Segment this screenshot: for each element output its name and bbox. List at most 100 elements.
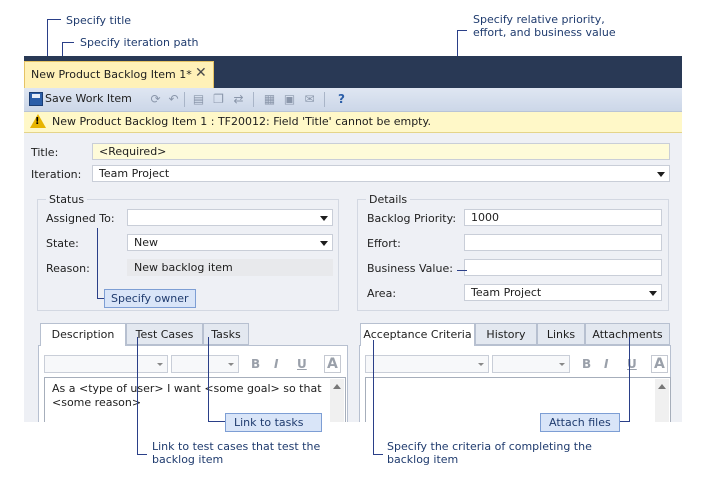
area-value: Team Project bbox=[471, 286, 542, 299]
callout-attach-files: Attach files bbox=[540, 413, 620, 432]
tab-history[interactable]: History bbox=[475, 323, 537, 345]
business-value-field[interactable] bbox=[464, 259, 662, 276]
state-label: State: bbox=[46, 237, 79, 250]
save-work-item-button[interactable]: Save Work Item bbox=[45, 92, 132, 105]
leader-line bbox=[62, 42, 74, 43]
callout-specify-title: Specify title bbox=[66, 14, 132, 27]
refresh-icon[interactable]: ⟳ bbox=[148, 92, 163, 106]
bold-button[interactable]: B bbox=[251, 357, 260, 371]
tab-links[interactable]: Links bbox=[537, 323, 585, 345]
backlog-priority-label: Backlog Priority: bbox=[367, 212, 457, 225]
chevron-down-icon[interactable] bbox=[320, 241, 328, 246]
font-family-combo[interactable] bbox=[365, 355, 489, 373]
effort-field[interactable] bbox=[464, 234, 662, 251]
tab-acceptance-criteria[interactable]: Acceptance Criteria bbox=[360, 323, 475, 346]
callout-link-test-cases: Link to test cases that test the backlog… bbox=[152, 440, 321, 466]
chevron-down-icon[interactable] bbox=[649, 291, 657, 296]
tab-tasks[interactable]: Tasks bbox=[203, 323, 249, 345]
callout-specify-owner: Specify owner bbox=[104, 289, 196, 308]
toolbar-separator bbox=[253, 92, 254, 107]
italic-button[interactable]: I bbox=[274, 357, 278, 371]
warning-text: New Product Backlog Item 1 : TF20012: Fi… bbox=[52, 115, 431, 128]
tab-attachments-label: Attachments bbox=[592, 328, 663, 341]
leader-line bbox=[137, 454, 147, 455]
tab-test-cases-label: Test Cases bbox=[135, 328, 194, 341]
help-icon[interactable]: ? bbox=[334, 92, 349, 106]
backlog-priority-field[interactable]: 1000 bbox=[464, 209, 662, 226]
chevron-down-icon[interactable] bbox=[559, 363, 565, 366]
area-label: Area: bbox=[367, 287, 397, 300]
document-tab-label: New Product Backlog Item 1* bbox=[31, 68, 192, 81]
leader-line bbox=[208, 337, 209, 422]
underline-button[interactable]: U bbox=[297, 357, 307, 371]
document-tab[interactable]: New Product Backlog Item 1* ✕ bbox=[24, 61, 214, 88]
toolbar-separator bbox=[324, 92, 325, 107]
leader-line bbox=[97, 228, 98, 299]
scrollbar[interactable] bbox=[655, 379, 669, 422]
excel-icon[interactable]: ▦ bbox=[262, 92, 277, 106]
title-value: <Required> bbox=[99, 145, 167, 158]
chevron-down-icon[interactable] bbox=[657, 172, 665, 177]
leader-line bbox=[373, 454, 383, 455]
leader-line bbox=[457, 270, 467, 271]
leader-line bbox=[457, 30, 467, 31]
chevron-down-icon[interactable] bbox=[320, 216, 328, 221]
font-color-button[interactable]: A bbox=[651, 355, 668, 373]
iteration-label: Iteration: bbox=[31, 168, 82, 181]
email-icon[interactable]: ✉ bbox=[302, 92, 317, 106]
title-field[interactable]: <Required> bbox=[92, 143, 670, 160]
description-text: As a <type of user> I want <some goal> s… bbox=[52, 382, 322, 409]
leader-line bbox=[137, 337, 138, 454]
tab-description-label: Description bbox=[51, 328, 115, 341]
chevron-down-icon[interactable] bbox=[228, 363, 234, 366]
warning-icon-mark: ! bbox=[35, 116, 40, 127]
new-linked-item-icon[interactable]: ▤ bbox=[191, 92, 206, 106]
font-size-combo[interactable] bbox=[171, 355, 239, 373]
reason-value: New backlog item bbox=[134, 261, 233, 274]
backlog-priority-value: 1000 bbox=[471, 211, 499, 224]
font-color-button[interactable]: A bbox=[324, 355, 341, 373]
iteration-value: Team Project bbox=[99, 167, 170, 180]
area-dropdown[interactable]: Team Project bbox=[464, 284, 662, 301]
warning-bar: ! New Product Backlog Item 1 : TF20012: … bbox=[24, 112, 682, 133]
undo-icon[interactable]: ↶ bbox=[166, 92, 181, 106]
reason-field: New backlog item bbox=[127, 259, 333, 276]
leader-line bbox=[620, 421, 630, 422]
tab-description[interactable]: Description bbox=[40, 323, 126, 346]
reason-label: Reason: bbox=[46, 262, 90, 275]
state-dropdown[interactable]: New bbox=[127, 234, 333, 251]
business-value-label: Business Value: bbox=[367, 262, 453, 275]
leader-line bbox=[208, 421, 226, 422]
close-icon[interactable]: ✕ bbox=[195, 65, 207, 81]
font-size-combo[interactable] bbox=[492, 355, 570, 373]
details-group-title: Details bbox=[366, 193, 411, 206]
scrollbar[interactable] bbox=[330, 379, 344, 422]
acceptance-criteria-editor[interactable] bbox=[365, 377, 671, 422]
work-item-window: New Product Backlog Item 1* ✕ Save Work … bbox=[24, 56, 682, 422]
toolbar: Save Work Item ⟳ ↶ ▤ ❐ ⇄ ▦ ▣ ✉ ? bbox=[24, 88, 682, 112]
tab-tasks-label: Tasks bbox=[211, 328, 241, 341]
effort-label: Effort: bbox=[367, 237, 401, 250]
italic-button[interactable]: I bbox=[604, 357, 608, 371]
status-group-title: Status bbox=[46, 193, 88, 206]
bold-button[interactable]: B bbox=[582, 357, 591, 371]
state-value: New bbox=[134, 236, 158, 249]
tab-links-label: Links bbox=[546, 328, 576, 341]
copy-icon[interactable]: ❐ bbox=[211, 92, 226, 106]
assigned-to-dropdown[interactable] bbox=[127, 209, 333, 226]
save-icon[interactable] bbox=[29, 92, 43, 106]
iteration-dropdown[interactable]: Team Project bbox=[92, 165, 670, 182]
assigned-to-label: Assigned To: bbox=[46, 212, 115, 225]
font-family-combo[interactable] bbox=[44, 355, 168, 373]
callout-specify-priority: Specify relative priority, effort, and b… bbox=[473, 13, 616, 39]
title-label: Title: bbox=[31, 146, 59, 159]
project-icon[interactable]: ▣ bbox=[282, 92, 297, 106]
leader-line bbox=[373, 340, 374, 454]
callout-specify-criteria: Specify the criteria of completing the b… bbox=[387, 440, 592, 466]
tab-attachments[interactable]: Attachments bbox=[585, 323, 670, 345]
chevron-down-icon[interactable] bbox=[478, 363, 484, 366]
leader-line bbox=[47, 19, 61, 20]
chevron-down-icon[interactable] bbox=[157, 363, 163, 366]
link-icon[interactable]: ⇄ bbox=[231, 92, 246, 106]
toolbar-separator bbox=[184, 92, 185, 107]
